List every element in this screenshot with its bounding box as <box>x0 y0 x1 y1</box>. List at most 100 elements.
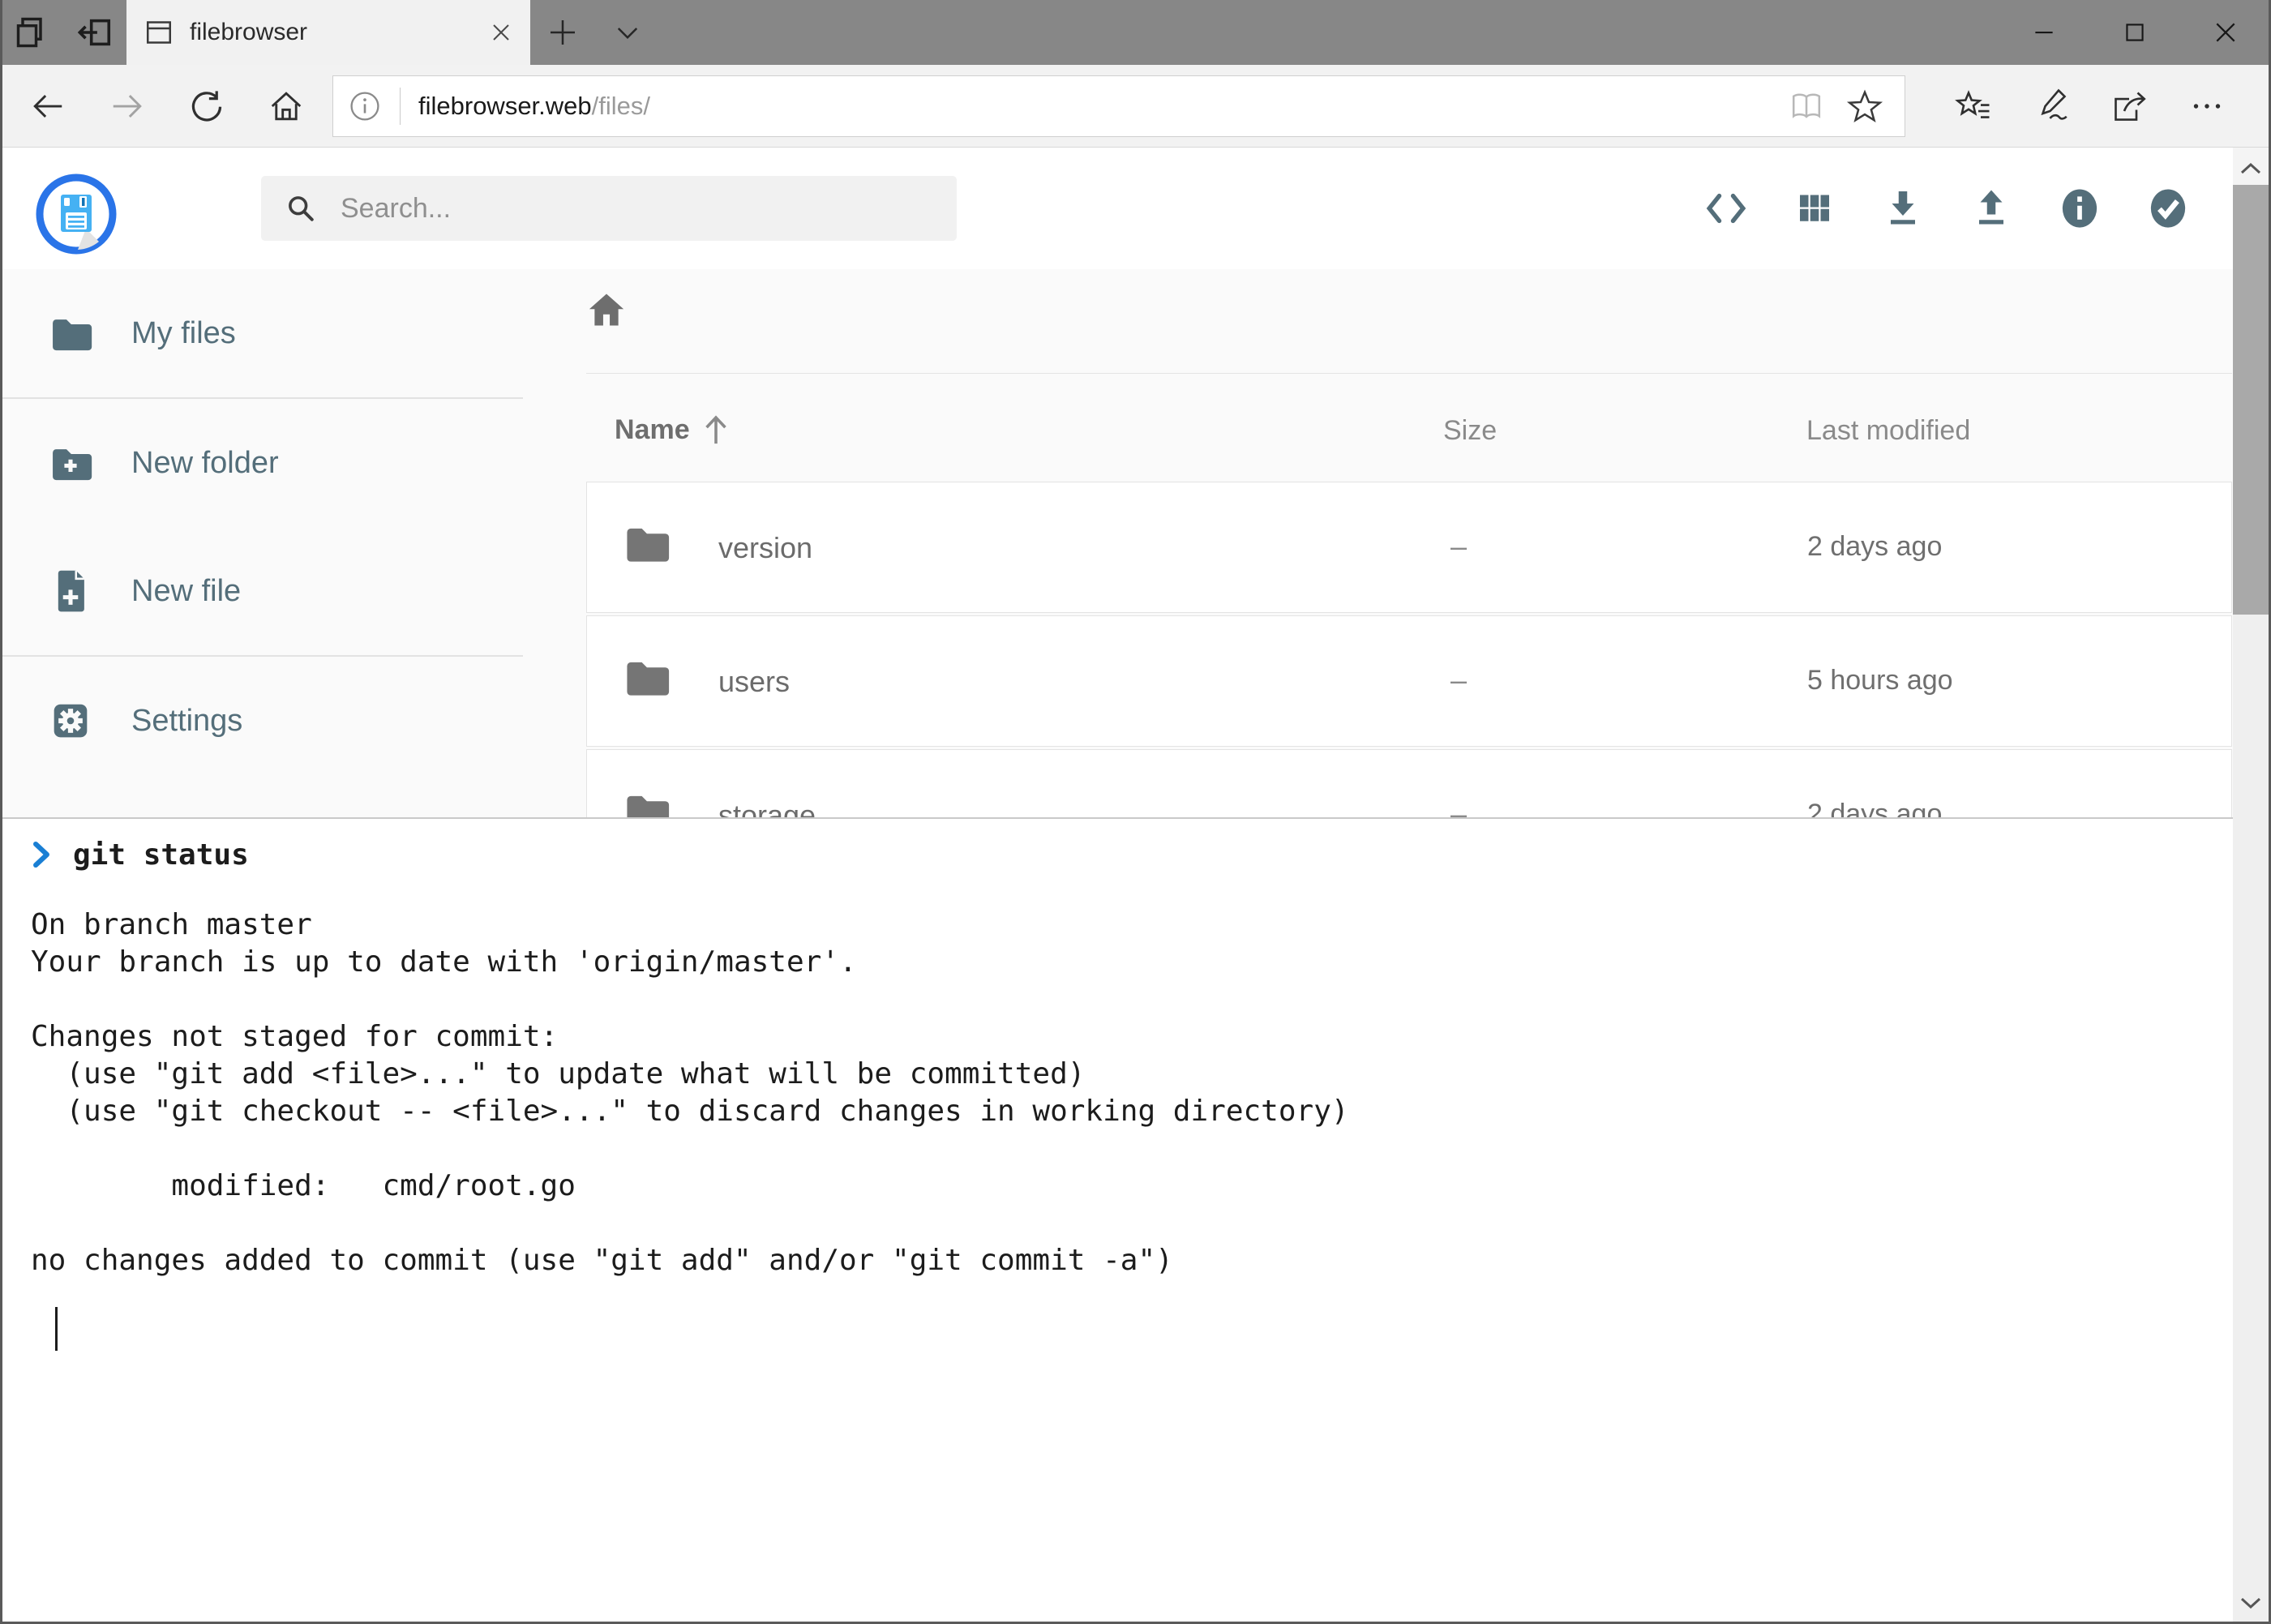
sidebar-item-label: My files <box>131 316 236 351</box>
header-actions <box>1704 148 2190 269</box>
file-plus-icon <box>49 569 92 613</box>
filebrowser-logo[interactable] <box>36 174 117 255</box>
favorites-hub-button[interactable] <box>1935 70 2012 143</box>
sidebar-item-label: Settings <box>131 704 242 739</box>
window-border-left <box>0 0 2 1624</box>
file-name: version <box>718 531 812 565</box>
home-outline-icon <box>268 88 305 125</box>
terminal-panel[interactable]: git status On branch master Your branch … <box>0 817 2271 1624</box>
tab-preview-icon <box>14 15 49 50</box>
terminal-prompt-chevron-icon <box>31 839 52 870</box>
address-bar[interactable]: filebrowser.web /files/ <box>332 75 1905 137</box>
tab-list-button[interactable] <box>595 0 660 65</box>
browser-titlebar: filebrowser <box>0 0 2271 65</box>
url-host[interactable]: filebrowser.web <box>418 92 592 121</box>
file-modified: 5 hours ago <box>1807 665 1953 696</box>
annotate-pen-button[interactable] <box>2012 70 2090 143</box>
minimize-icon <box>2030 19 2058 46</box>
sidebar: My files New folder New file Settings <box>0 269 523 817</box>
sidebar-item-settings[interactable]: Settings <box>0 657 523 785</box>
sidebar-item-new-file[interactable]: New file <box>0 527 523 655</box>
table-row[interactable]: storage – 2 days ago <box>586 749 2232 817</box>
scroll-up-button[interactable] <box>2233 148 2269 190</box>
file-size: – <box>1450 529 1467 563</box>
browser-actions <box>1935 70 2246 143</box>
titlebar-drag-area <box>660 0 1999 65</box>
search-input[interactable] <box>341 193 934 225</box>
file-modified: 2 days ago <box>1807 531 1942 563</box>
tab-title: filebrowser <box>190 19 473 46</box>
breadcrumb-home-button[interactable] <box>585 289 628 331</box>
favorite-star-icon[interactable] <box>1846 88 1883 125</box>
back-icon <box>29 88 66 125</box>
info-button[interactable] <box>2058 186 2102 231</box>
download-button[interactable] <box>1881 187 1925 229</box>
page-scrollbar[interactable] <box>2233 148 2269 1624</box>
listing-header-row: Name Size Last modified <box>0 389 2271 470</box>
maximize-icon <box>2121 19 2149 46</box>
sidebar-item-label: New file <box>131 574 241 609</box>
filebrowser-body: My files New folder New file Settings <box>0 269 2271 817</box>
url-path[interactable]: /files/ <box>592 92 650 121</box>
column-header-size[interactable]: Size <box>1443 415 1497 447</box>
table-row[interactable]: users – 5 hours ago <box>586 615 2232 747</box>
set-tabs-aside-icon <box>76 14 114 51</box>
sidebar-item-my-files[interactable]: My files <box>0 269 523 397</box>
window-close-button[interactable] <box>2180 0 2271 65</box>
table-row[interactable]: version – 2 days ago <box>586 482 2232 613</box>
file-name: users <box>718 665 790 699</box>
more-options-button[interactable] <box>2168 70 2246 143</box>
chevron-down-icon <box>611 16 644 49</box>
maximize-button[interactable] <box>2089 0 2180 65</box>
chevron-down-icon <box>2239 1595 2263 1611</box>
column-header-name[interactable]: Name <box>615 413 731 446</box>
set-tabs-aside-button[interactable] <box>63 0 126 65</box>
settings-gear-icon <box>49 701 92 741</box>
reading-view-icon[interactable] <box>1788 88 1825 125</box>
address-divider <box>400 88 401 125</box>
browser-tab[interactable]: filebrowser <box>126 0 530 65</box>
file-modified: 2 days ago <box>1807 799 1942 817</box>
folder-icon <box>49 315 92 352</box>
page-favicon-icon <box>143 16 175 49</box>
breadcrumb-home-icon <box>585 289 628 331</box>
minimize-button[interactable] <box>1999 0 2089 65</box>
share-button[interactable] <box>2090 70 2168 143</box>
column-header-modified[interactable]: Last modified <box>1806 415 1970 447</box>
sort-up-arrow-icon <box>701 413 731 446</box>
file-name: storage <box>718 799 816 817</box>
forward-button[interactable] <box>88 70 167 143</box>
home-button[interactable] <box>246 70 326 143</box>
tab-close-icon[interactable] <box>488 19 514 45</box>
chevron-up-icon <box>2239 161 2263 177</box>
refresh-icon <box>188 88 225 125</box>
site-info-icon[interactable] <box>348 89 382 123</box>
raw-code-button[interactable] <box>1704 190 1748 227</box>
new-tab-button[interactable] <box>530 0 595 65</box>
scroll-down-button[interactable] <box>2233 1582 2269 1624</box>
back-button[interactable] <box>8 70 88 143</box>
scrollbar-thumb[interactable] <box>2233 185 2269 615</box>
folder-icon <box>623 657 670 697</box>
select-check-button[interactable] <box>2146 186 2190 231</box>
listing-divider <box>586 373 2232 374</box>
terminal-command-line: git status <box>31 832 2222 877</box>
plus-icon <box>546 16 579 49</box>
more-dots-icon <box>2187 87 2226 126</box>
favorites-hub-icon <box>1954 87 1993 126</box>
share-icon <box>2110 87 2149 126</box>
upload-button[interactable] <box>1969 187 2013 229</box>
terminal-cursor <box>55 1307 58 1351</box>
tab-preview-button[interactable] <box>0 0 63 65</box>
file-list: version – 2 days ago users – 5 hours ago… <box>586 482 2232 817</box>
floppy-disk-logo-icon <box>36 174 117 255</box>
refresh-button[interactable] <box>167 70 246 143</box>
terminal-command: git status <box>73 838 249 872</box>
search-bar[interactable] <box>261 176 957 241</box>
grid-view-button[interactable] <box>1793 189 1836 228</box>
browser-navbar: filebrowser.web /files/ <box>0 65 2271 148</box>
folder-icon <box>623 791 670 817</box>
annotate-pen-icon <box>2032 87 2071 126</box>
file-size: – <box>1450 663 1467 697</box>
search-icon <box>284 191 318 225</box>
